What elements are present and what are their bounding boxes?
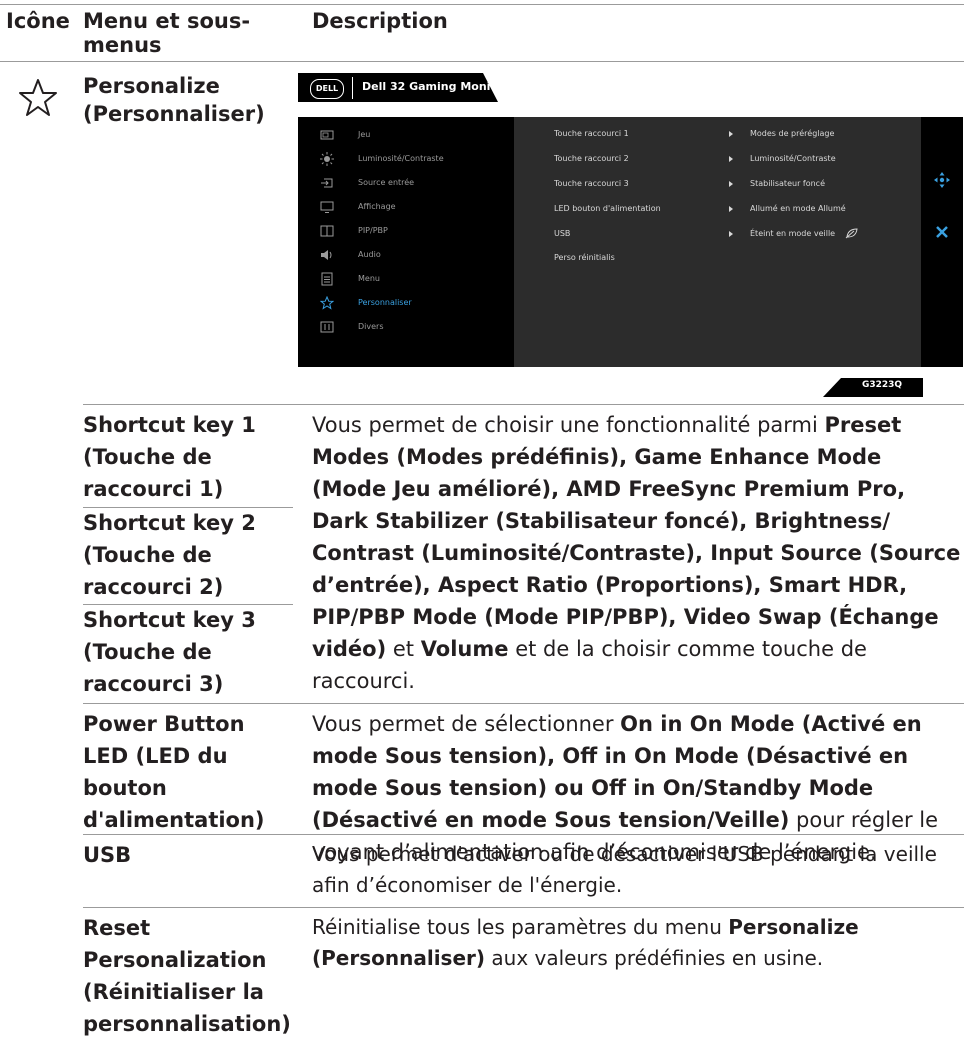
row-usb: USB: [83, 843, 132, 867]
option-usb-value: Éteint en mode veille: [750, 229, 836, 238]
pip-icon: [320, 225, 334, 237]
menu-item-label: Luminosité/Contraste: [358, 154, 444, 163]
osd-title: Dell 32 Gaming Monitor: [362, 80, 509, 93]
speaker-icon: [321, 250, 332, 260]
osd-control-strip: [921, 117, 963, 367]
close-icon[interactable]: [935, 225, 949, 239]
menu-item-personnaliser[interactable]: Personnaliser: [298, 291, 514, 315]
option-power-led-value: Allumé en mode Allumé: [750, 204, 846, 213]
menu-item-label: Personnaliser: [358, 298, 412, 307]
header-desc-col: Description: [312, 9, 448, 33]
row-power-button-led: Power Button LED (LED du bouton d'alimen…: [83, 712, 265, 832]
menu-item-label: Divers: [358, 322, 384, 331]
option-shortcut-1-value: Modes de préréglage: [750, 129, 835, 138]
menu-item-label: Menu: [358, 274, 380, 283]
row-rule: [83, 404, 964, 405]
tab-separator: [352, 77, 353, 99]
menu-item-menu[interactable]: Menu: [298, 267, 514, 291]
option-shortcut-2-value: Luminosité/Contraste: [750, 154, 836, 163]
menu-icon: [321, 272, 333, 286]
header-icon-col: Icône: [6, 9, 70, 33]
menu-item-label: Jeu: [358, 130, 371, 139]
model-label: G3223Q: [862, 380, 903, 390]
row-shortcut-key-2: Shortcut key 2 (Touche de raccourci 2): [83, 511, 256, 599]
arrow-right-icon: [729, 131, 733, 137]
menu-item-pip[interactable]: PIP/PBP: [298, 219, 514, 243]
option-shortcut-3[interactable]: Touche raccourci 3: [554, 179, 629, 188]
arrow-right-icon: [729, 231, 733, 237]
header-menu-col: Menu et sous-menus: [83, 9, 251, 57]
row-shortcut-key-3: Shortcut key 3 (Touche de raccourci 3): [83, 608, 256, 696]
star-icon: [320, 296, 334, 310]
row-reset-personalization: Reset Personalization (Réinitialiser la …: [83, 916, 291, 1036]
usb-description: Vous permet d'activer ou de désactiver l…: [312, 842, 937, 897]
others-icon: [320, 321, 334, 333]
gamepad-icon: [320, 130, 334, 140]
option-shortcut-2[interactable]: Touche raccourci 2: [554, 154, 629, 163]
eco-leaf-icon: [845, 228, 858, 239]
top-rule: [0, 4, 964, 5]
option-shortcut-3-value: Stabilisateur foncé: [750, 179, 825, 188]
menu-item-label: Audio: [358, 250, 381, 259]
menu-item-source[interactable]: Source entrée: [298, 171, 514, 195]
shortcut-description: Vous permet de choisir une fonctionnalit…: [312, 413, 961, 693]
row-rule: [83, 907, 964, 908]
menu-item-divers[interactable]: Divers: [298, 315, 514, 339]
option-shortcut-1[interactable]: Touche raccourci 1: [554, 129, 629, 138]
arrow-right-icon: [729, 206, 733, 212]
osd-screenshot: DELL Dell 32 Gaming Monitor Jeu Luminosi…: [298, 73, 963, 367]
dell-logo: DELL: [310, 79, 344, 99]
menu-item-affichage[interactable]: Affichage: [298, 195, 514, 219]
arrow-right-icon: [729, 156, 733, 162]
arrow-right-icon: [729, 181, 733, 187]
option-power-led[interactable]: LED bouton d'alimentation: [554, 204, 661, 213]
osd-main-menu: Jeu Luminosité/Contraste Source entrée A…: [298, 117, 514, 367]
option-usb[interactable]: USB: [554, 229, 570, 238]
menu-item-label: Source entrée: [358, 178, 415, 187]
row-rule: [83, 703, 964, 704]
menu-item-label: Affichage: [358, 202, 396, 211]
menu-item-audio[interactable]: Audio: [298, 243, 514, 267]
reset-description: Réinitialise tous les paramètres du menu…: [312, 915, 859, 970]
section-title: Personalize (Personnaliser): [83, 74, 265, 126]
display-icon: [320, 201, 334, 213]
input-icon: [321, 178, 333, 188]
menu-item-jeu[interactable]: Jeu: [298, 123, 514, 147]
menu-item-label: PIP/PBP: [358, 226, 388, 235]
menu-item-luminosite[interactable]: Luminosité/Contraste: [298, 147, 514, 171]
osd-submenu-panel: Touche raccourci 1 Modes de préréglage T…: [514, 117, 921, 367]
row-shortcut-key-1: Shortcut key 1 (Touche de raccourci 1): [83, 413, 256, 501]
option-reset[interactable]: Perso réinitialis: [554, 253, 615, 262]
header-rule: [0, 61, 964, 62]
navigate-icon[interactable]: [934, 172, 950, 188]
brightness-icon: [320, 152, 334, 166]
row-rule: [83, 834, 964, 835]
star-icon: [19, 79, 57, 116]
